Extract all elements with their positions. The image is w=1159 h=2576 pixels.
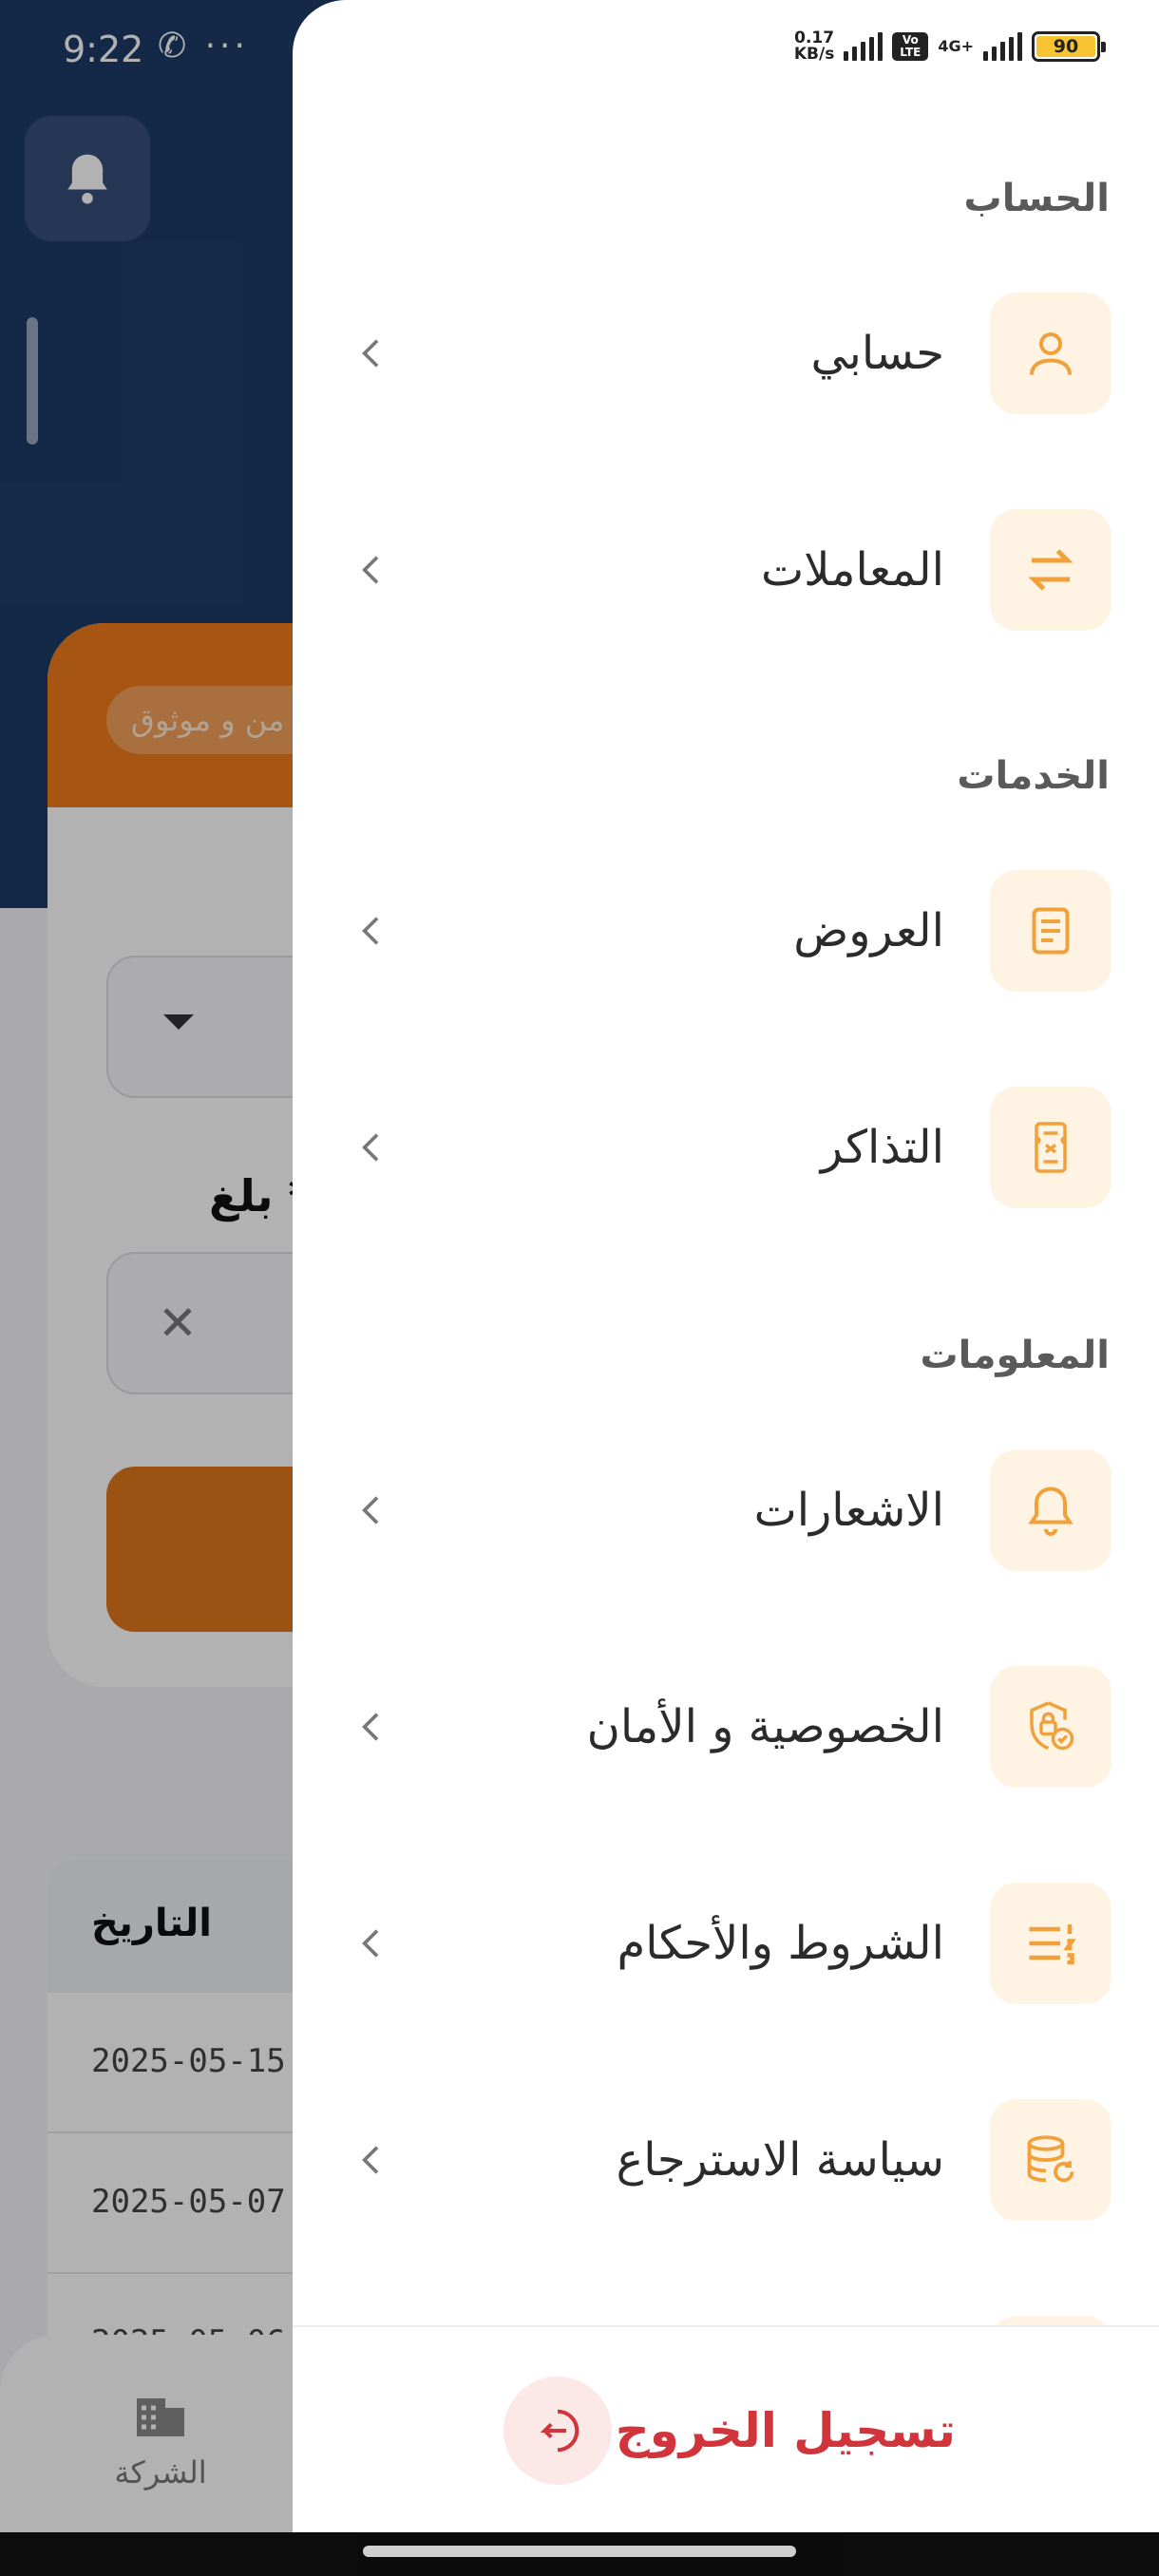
transfer-arrows-icon	[990, 509, 1112, 631]
menu-item-offers[interactable]: العروض	[340, 870, 1112, 994]
battery-icon: 90	[1032, 31, 1106, 62]
logout-label: تسجيل الخروج	[615, 2403, 956, 2458]
menu-item-label: المعاملات	[760, 543, 944, 597]
battery-level: 90	[1036, 36, 1095, 57]
chevron-left-icon	[362, 1496, 379, 1525]
logout-bar: تسجيل الخروج	[293, 2325, 1159, 2532]
menu-item-label: العروض	[793, 904, 944, 957]
refund-database-icon	[990, 2099, 1112, 2221]
network-speed: 0.17 KB/s	[793, 28, 835, 64]
network-type: 4G+	[938, 37, 974, 55]
side-drawer: 0.17 KB/s Vo LTE 4G+ 90 الحساب حسابي الم…	[293, 0, 1159, 2532]
volte-icon: Vo LTE	[892, 32, 929, 61]
menu-item-label: الخصوصية و الأمان	[586, 1700, 944, 1753]
menu-item-label: التذاكر	[820, 1121, 944, 1174]
chevron-left-icon	[362, 1133, 379, 1162]
menu-item-my-account[interactable]: حسابي	[340, 293, 1112, 416]
logout-icon	[504, 2377, 612, 2485]
menu-item-label: الشروط والأحكام	[617, 1917, 944, 1970]
section-title-account: الحساب	[963, 177, 1110, 220]
menu-item-refund-policy[interactable]: سياسة الاسترجاع	[340, 2099, 1112, 2223]
user-icon	[990, 293, 1112, 414]
menu-item-notifications[interactable]: الاشعارات	[340, 1449, 1112, 1573]
bell-icon	[990, 1449, 1112, 1571]
menu-item-tickets[interactable]: التذاكر	[340, 1087, 1112, 1210]
menu-item-transactions[interactable]: المعاملات	[340, 509, 1112, 633]
section-title-services: الخدمات	[957, 754, 1110, 798]
list-icon	[990, 1883, 1112, 2004]
menu-item-label: حسابي	[810, 327, 944, 380]
status-bar-right: 0.17 KB/s Vo LTE 4G+ 90	[793, 28, 1106, 64]
section-title-info: المعلومات	[920, 1334, 1110, 1377]
signal-icon	[844, 32, 884, 61]
chevron-left-icon	[362, 556, 379, 584]
menu-item-label: الاشعارات	[753, 1484, 944, 1537]
signal-icon	[983, 32, 1022, 61]
chevron-left-icon	[362, 1929, 379, 1958]
menu-item-privacy-security[interactable]: الخصوصية و الأمان	[340, 1666, 1112, 1790]
chevron-left-icon	[362, 339, 379, 368]
chevron-left-icon	[362, 1713, 379, 1741]
chevron-left-icon	[362, 2146, 379, 2174]
shield-lock-icon	[990, 1666, 1112, 1788]
logout-button[interactable]: تسجيل الخروج	[504, 2377, 956, 2485]
document-icon	[990, 870, 1112, 992]
menu-item-terms[interactable]: الشروط والأحكام	[340, 1883, 1112, 2006]
chevron-left-icon	[362, 917, 379, 945]
ticket-icon	[990, 1087, 1112, 1208]
home-indicator[interactable]	[363, 2546, 796, 2557]
menu-item-label: سياسة الاسترجاع	[616, 2133, 944, 2187]
